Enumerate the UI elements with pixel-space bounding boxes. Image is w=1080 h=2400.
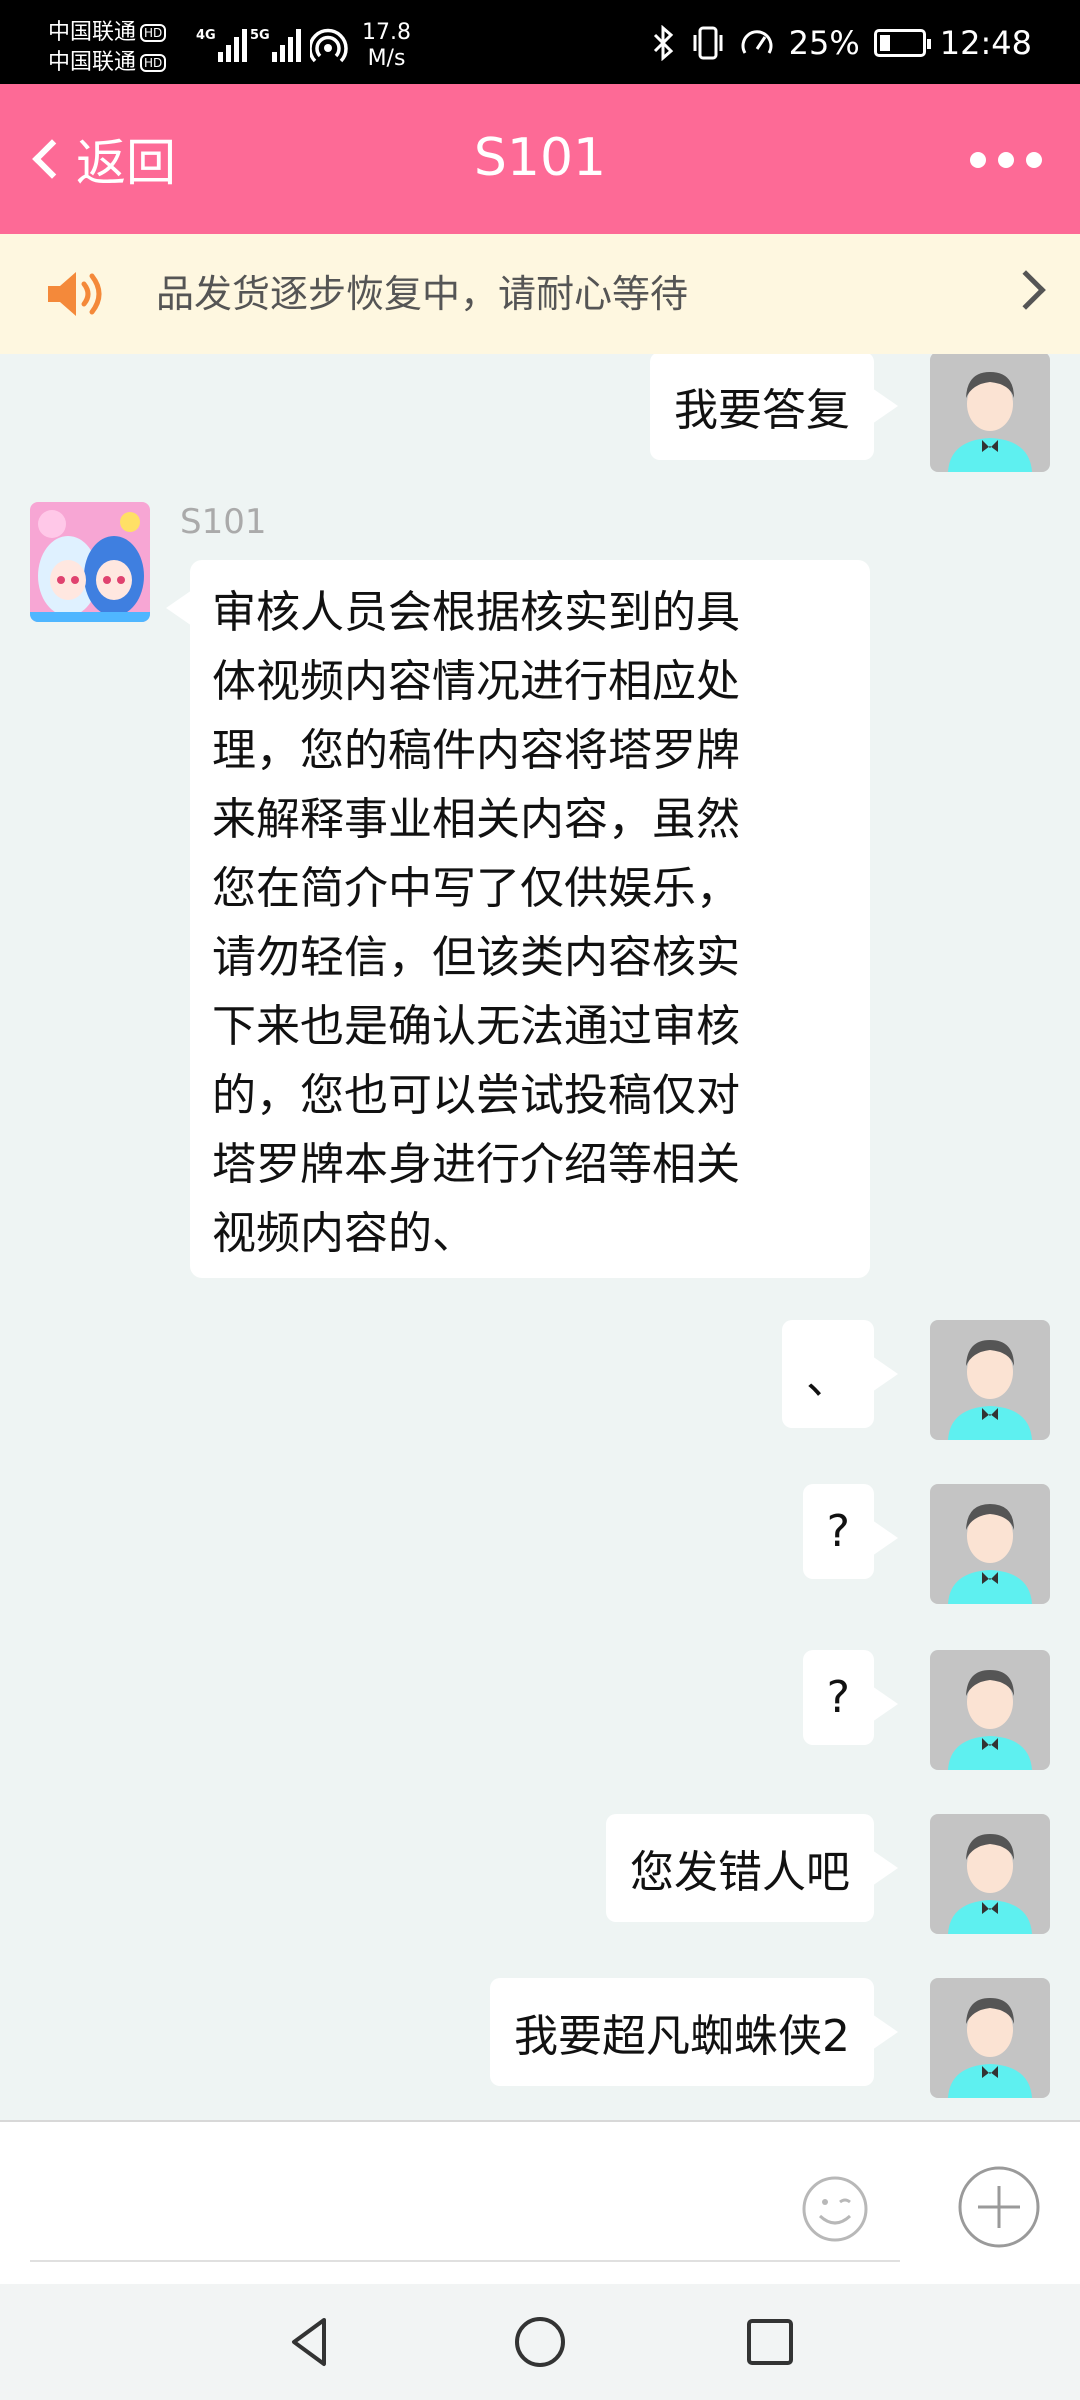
battery-icon — [873, 29, 931, 57]
message-line: 审核人员会根据核实到的具 — [212, 587, 740, 638]
more-dots-icon — [970, 152, 986, 168]
message-bubble[interactable]: ? — [802, 1484, 899, 1579]
plus-icon[interactable] — [956, 2164, 1042, 2250]
carrier-2: 中国联通 HD — [48, 48, 167, 78]
nav-home-icon[interactable] — [510, 2312, 570, 2372]
speed-gauge-icon — [741, 30, 773, 54]
battery-percent: 25% — [788, 24, 860, 62]
carrier-info: 中国联通 HD 中国联通 HD — [48, 18, 167, 78]
network-type-1: 4G — [196, 28, 216, 43]
chat-header: 返回 S101 — [0, 84, 1080, 234]
user-avatar-icon — [948, 372, 1032, 472]
message-bubble[interactable]: 您发错人吧 — [606, 1814, 898, 1922]
system-navigation-bar — [0, 2284, 1080, 2400]
user-avatar[interactable] — [930, 1978, 1050, 2098]
message-outgoing: 我要超凡蜘蛛侠2 — [490, 1978, 1050, 2098]
user-avatar[interactable] — [930, 1650, 1050, 1770]
user-avatar[interactable] — [930, 354, 1050, 472]
message-input-bar — [0, 2120, 1080, 2284]
user-avatar-icon — [948, 1834, 1032, 1934]
hotspot-icon — [310, 28, 348, 63]
status-icons: 25% 12:48 — [651, 24, 1032, 62]
notice-banner[interactable]: 品发货逐步恢复中，请耐心等待 — [0, 234, 1080, 354]
message-bubble[interactable]: 我要答复 — [650, 354, 898, 460]
carrier-1: 中国联通 HD — [48, 18, 167, 48]
message-line: 的，您也可以尝试投稿仅对 — [212, 1070, 740, 1121]
emoji-icon[interactable] — [800, 2174, 870, 2244]
page-title: S101 — [473, 128, 607, 188]
message-line: 请勿轻信，但该类内容核实 — [212, 932, 740, 983]
user-avatar-icon — [948, 1340, 1032, 1440]
hd-badge: HD — [140, 24, 167, 42]
anime-avatar-icon — [30, 502, 150, 622]
vibrate-icon — [693, 26, 723, 60]
status-bar: 中国联通 HD 中国联通 HD 4G 5G 17.8 M/s 25% 12:48 — [0, 0, 1080, 84]
user-avatar[interactable] — [930, 1320, 1050, 1440]
message-outgoing: 我要答复 — [650, 354, 1050, 472]
nav-recents-icon[interactable] — [740, 2312, 800, 2372]
clock: 12:48 — [939, 24, 1032, 62]
user-avatar[interactable] — [930, 1484, 1050, 1604]
message-line: 来解释事业相关内容，虽然 — [212, 794, 740, 845]
message-bubble[interactable]: 审核人员会根据核实到的具 体视频内容情况进行相应处 理，您的稿件内容将塔罗牌 来… — [166, 560, 870, 1278]
bot-avatar[interactable] — [30, 502, 150, 622]
message-outgoing: 您发错人吧 — [606, 1814, 1050, 1934]
user-avatar[interactable] — [930, 1814, 1050, 1934]
message-bubble[interactable]: ? — [802, 1650, 899, 1745]
network-speed: 17.8 M/s — [362, 20, 411, 71]
message-input[interactable] — [30, 2142, 900, 2262]
user-avatar-icon — [948, 1998, 1032, 2098]
message-bubble[interactable]: 、 — [782, 1320, 898, 1428]
message-outgoing: ? — [802, 1650, 1050, 1770]
bluetooth-icon — [653, 25, 673, 61]
message-line: 塔罗牌本身进行介绍等相关 — [212, 1139, 740, 1190]
message-line: 理，您的稿件内容将塔罗牌 — [212, 725, 740, 776]
message-line: 您在简介中写了仅供娱乐， — [212, 863, 740, 914]
message-line: 视频内容的、 — [212, 1208, 476, 1259]
message-bubble[interactable]: 我要超凡蜘蛛侠2 — [490, 1978, 898, 2086]
message-outgoing: 、 — [782, 1320, 1050, 1440]
speaker-icon — [48, 272, 102, 316]
sender-name: S101 — [180, 502, 267, 542]
message-line: 体视频内容情况进行相应处 — [212, 656, 740, 707]
message-outgoing: ? — [802, 1484, 1050, 1604]
user-avatar-icon — [948, 1670, 1032, 1770]
network-type-2: 5G — [250, 28, 270, 43]
notice-text: 品发货逐步恢复中，请耐心等待 — [156, 272, 689, 316]
user-avatar-icon — [948, 1504, 1032, 1604]
message-line: 下来也是确认无法通过审核 — [212, 1001, 740, 1052]
hd-badge: HD — [140, 54, 167, 72]
nav-back-icon[interactable] — [280, 2312, 340, 2372]
more-options-button[interactable] — [970, 152, 1042, 168]
chevron-right-icon[interactable] — [1006, 270, 1046, 310]
message-list[interactable]: 我要答复 S101 审核人员会根据核实到的具 体视频内容情况进行相应处 理，您的… — [0, 354, 1080, 2120]
